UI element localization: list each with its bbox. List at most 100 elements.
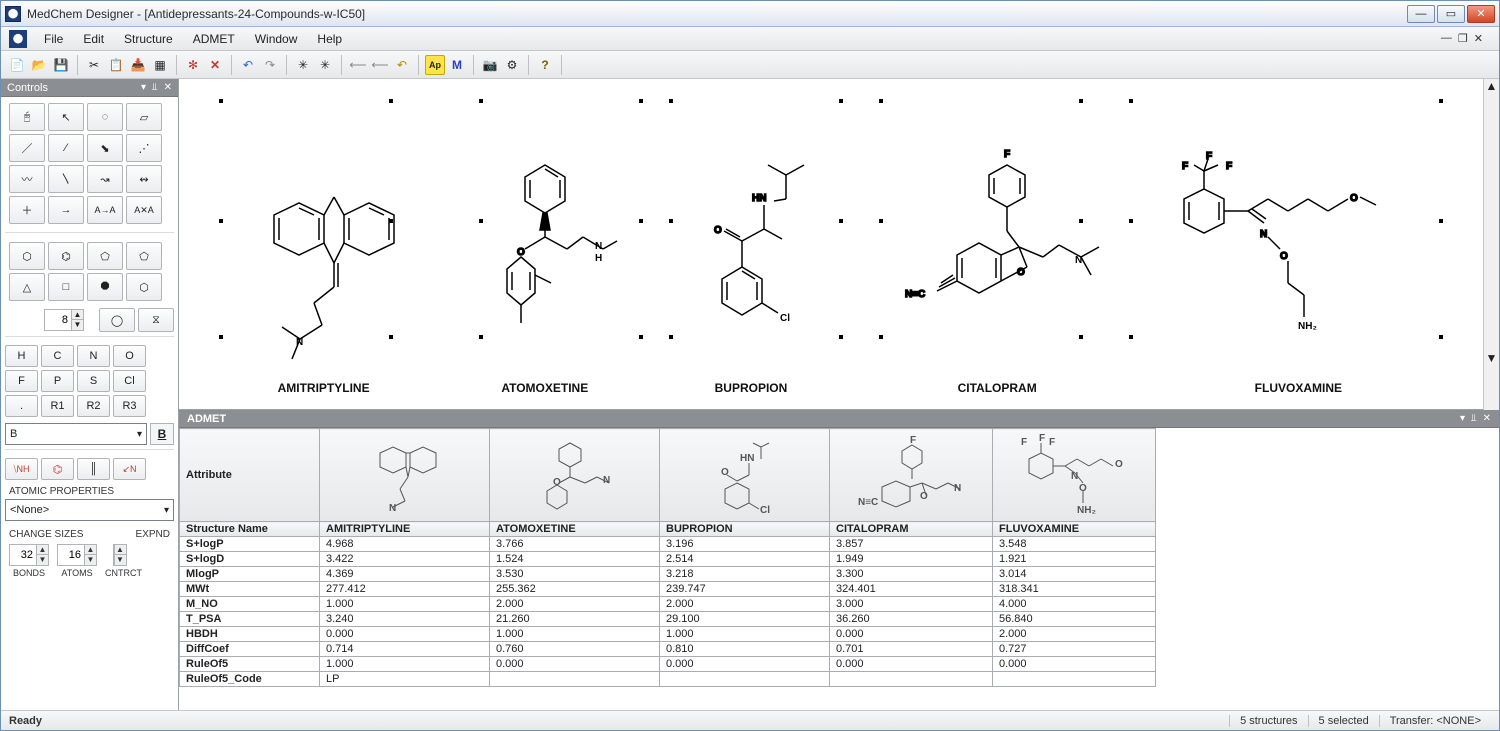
molecule-bupropion[interactable]: HN O [656, 145, 846, 395]
mdi-restore-button[interactable]: ❐ [1458, 32, 1468, 45]
arrow-tool[interactable]: → [48, 196, 84, 224]
clean-icon[interactable]: ✳ [293, 55, 313, 75]
help-icon[interactable]: ? [535, 55, 555, 75]
a-to-a-tool[interactable]: A→A [87, 196, 123, 224]
redo-icon[interactable]: ↷ [260, 55, 280, 75]
mdi-minimize-button[interactable]: — [1441, 32, 1452, 45]
admet-close-icon[interactable]: ✕ [1483, 413, 1491, 424]
expand-up[interactable]: ▲ [114, 545, 126, 555]
copy-icon[interactable]: 📋 [106, 55, 126, 75]
panel-pin-icon[interactable]: ⫫ [152, 82, 158, 93]
bonds-size-stepper[interactable]: ▲▼ [9, 544, 49, 566]
open-icon[interactable]: 📂 [29, 55, 49, 75]
benzene-shape[interactable]: ⌬ [48, 242, 84, 270]
menu-file[interactable]: File [35, 29, 72, 49]
table-row[interactable]: HBDH0.0001.0001.0000.0002.000 [180, 627, 1156, 642]
panel-dropdown-icon[interactable]: ▾ [141, 82, 146, 93]
menu-window[interactable]: Window [246, 29, 307, 49]
table-row[interactable]: RuleOf51.0000.0000.0000.0000.000 [180, 657, 1156, 672]
nav-fwd-icon[interactable]: ⟵ [370, 55, 390, 75]
atoms-size-input[interactable] [58, 549, 84, 561]
paste-icon[interactable]: 📥 [128, 55, 148, 75]
menu-help[interactable]: Help [308, 29, 351, 49]
molecule-amitriptyline[interactable]: N AMITRIPTYLINE [214, 155, 434, 395]
bond-dash-tool[interactable]: ⁄ [48, 134, 84, 162]
table-row[interactable]: S+logD3.4221.5242.5141.9491.921 [180, 552, 1156, 567]
contract-stepper[interactable]: ▲▼ [113, 544, 135, 566]
admet-col-name[interactable]: CITALOPRAM [830, 522, 993, 537]
delete-x-icon[interactable]: ✕ [205, 55, 225, 75]
pentagon-shape[interactable]: ⬠ [87, 242, 123, 270]
m-button[interactable]: M [447, 55, 467, 75]
amine-add-tool[interactable]: ⧹NH [5, 458, 38, 480]
a-x-a-tool[interactable]: A✕A [126, 196, 162, 224]
plus-charge-tool[interactable]: ＋ [9, 196, 45, 224]
atomic-properties-select[interactable]: <None> ▾ [5, 499, 174, 521]
ap-button[interactable]: Ap [425, 55, 445, 75]
square-shape[interactable]: □ [48, 273, 84, 301]
admet-col-thumb[interactable]: ON [490, 429, 660, 522]
admet-col-thumb[interactable]: N [320, 429, 490, 522]
admet-dropdown-icon[interactable]: ▾ [1460, 413, 1465, 424]
select-tool[interactable]: ↖ [48, 103, 84, 131]
undo-icon[interactable]: ↶ [238, 55, 258, 75]
admet-col-name[interactable]: ATOMOXETINE [490, 522, 660, 537]
benzene-tool[interactable]: ⌬ [41, 458, 74, 480]
molecule-fluvoxamine[interactable]: FFF [1148, 145, 1448, 395]
chain-wave-tool[interactable]: 〰 [9, 165, 45, 193]
admet-col-thumb[interactable]: HNOCl [660, 429, 830, 522]
triangle-shape[interactable]: △ [9, 273, 45, 301]
admet-col-thumb[interactable]: FN≡CNO [830, 429, 993, 522]
structure-canvas[interactable]: N AMITRIPTYLINE [179, 79, 1483, 410]
bond-tool[interactable]: ／ [9, 134, 45, 162]
bond-wedge-tool[interactable]: ⬊ [87, 134, 123, 162]
atom-c-button[interactable]: C [41, 345, 74, 367]
bonds-up[interactable]: ▲ [36, 545, 48, 555]
molecule-atomoxetine[interactable]: O N H [455, 145, 635, 395]
admet-col-name[interactable]: BUPROPION [660, 522, 830, 537]
panel-close-icon[interactable]: ✕ [164, 82, 172, 93]
admet-pin-icon[interactable]: ⫫ [1471, 413, 1477, 424]
atom-s-button[interactable]: S [77, 370, 110, 392]
atom-cl-button[interactable]: Cl [113, 370, 146, 392]
cut-icon[interactable]: ✂ [84, 55, 104, 75]
hexagon-shape[interactable]: ⬡ [9, 242, 45, 270]
chain-curve-tool[interactable]: ↝ [87, 165, 123, 193]
select-all-icon[interactable]: ▦ [150, 55, 170, 75]
atom-r3-button[interactable]: R3 [113, 395, 146, 417]
element-combo[interactable]: B ▾ [5, 423, 147, 445]
save-icon[interactable]: 💾 [51, 55, 71, 75]
atom-.-button[interactable]: . [5, 395, 38, 417]
window-minimize-button[interactable]: — [1407, 5, 1435, 23]
bonds-size-input[interactable] [10, 549, 36, 561]
canvas-scrollbar[interactable]: ▲▼ [1483, 79, 1499, 410]
settings-icon[interactable]: ⚙ [502, 55, 522, 75]
window-maximize-button[interactable]: ▭ [1437, 5, 1465, 23]
ring-size-down[interactable]: ▼ [71, 320, 83, 330]
table-row[interactable]: MlogP4.3693.5303.2183.3003.014 [180, 567, 1156, 582]
table-row[interactable]: T_PSA3.24021.26029.10036.26056.840 [180, 612, 1156, 627]
menu-edit[interactable]: Edit [74, 29, 113, 49]
mdi-close-button[interactable]: ✕ [1474, 32, 1483, 45]
ring-generic-1[interactable]: ◯ [99, 308, 135, 332]
table-row[interactable]: S+logP4.9683.7663.1963.8573.548 [180, 537, 1156, 552]
admet-col-thumb[interactable]: FFFONONH₂ [993, 429, 1156, 522]
atom-r1-button[interactable]: R1 [41, 395, 74, 417]
eraser-tool[interactable]: ▱ [126, 103, 162, 131]
atom-o-button[interactable]: O [113, 345, 146, 367]
atoms-size-stepper[interactable]: ▲▼ [57, 544, 97, 566]
atom-h-button[interactable]: H [5, 345, 38, 367]
table-row[interactable]: MWt277.412255.362239.747324.401318.341 [180, 582, 1156, 597]
atom-p-button[interactable]: P [41, 370, 74, 392]
menu-admet[interactable]: ADMET [184, 29, 244, 49]
bars-tool[interactable]: ║ [77, 458, 110, 480]
lasso-tool[interactable]: ◌ [87, 103, 123, 131]
nav-back-icon[interactable]: ⟵ [348, 55, 368, 75]
undo-gold-icon[interactable]: ↶ [392, 55, 412, 75]
cycle-shape[interactable]: ⬡ [126, 273, 162, 301]
atom-f-button[interactable]: F [5, 370, 38, 392]
window-close-button[interactable]: ✕ [1467, 5, 1495, 23]
ring-size-stepper[interactable]: ▲▼ [44, 309, 84, 331]
chain-line-tool[interactable]: 〵 [48, 165, 84, 193]
n-remove-tool[interactable]: ↙N [113, 458, 146, 480]
